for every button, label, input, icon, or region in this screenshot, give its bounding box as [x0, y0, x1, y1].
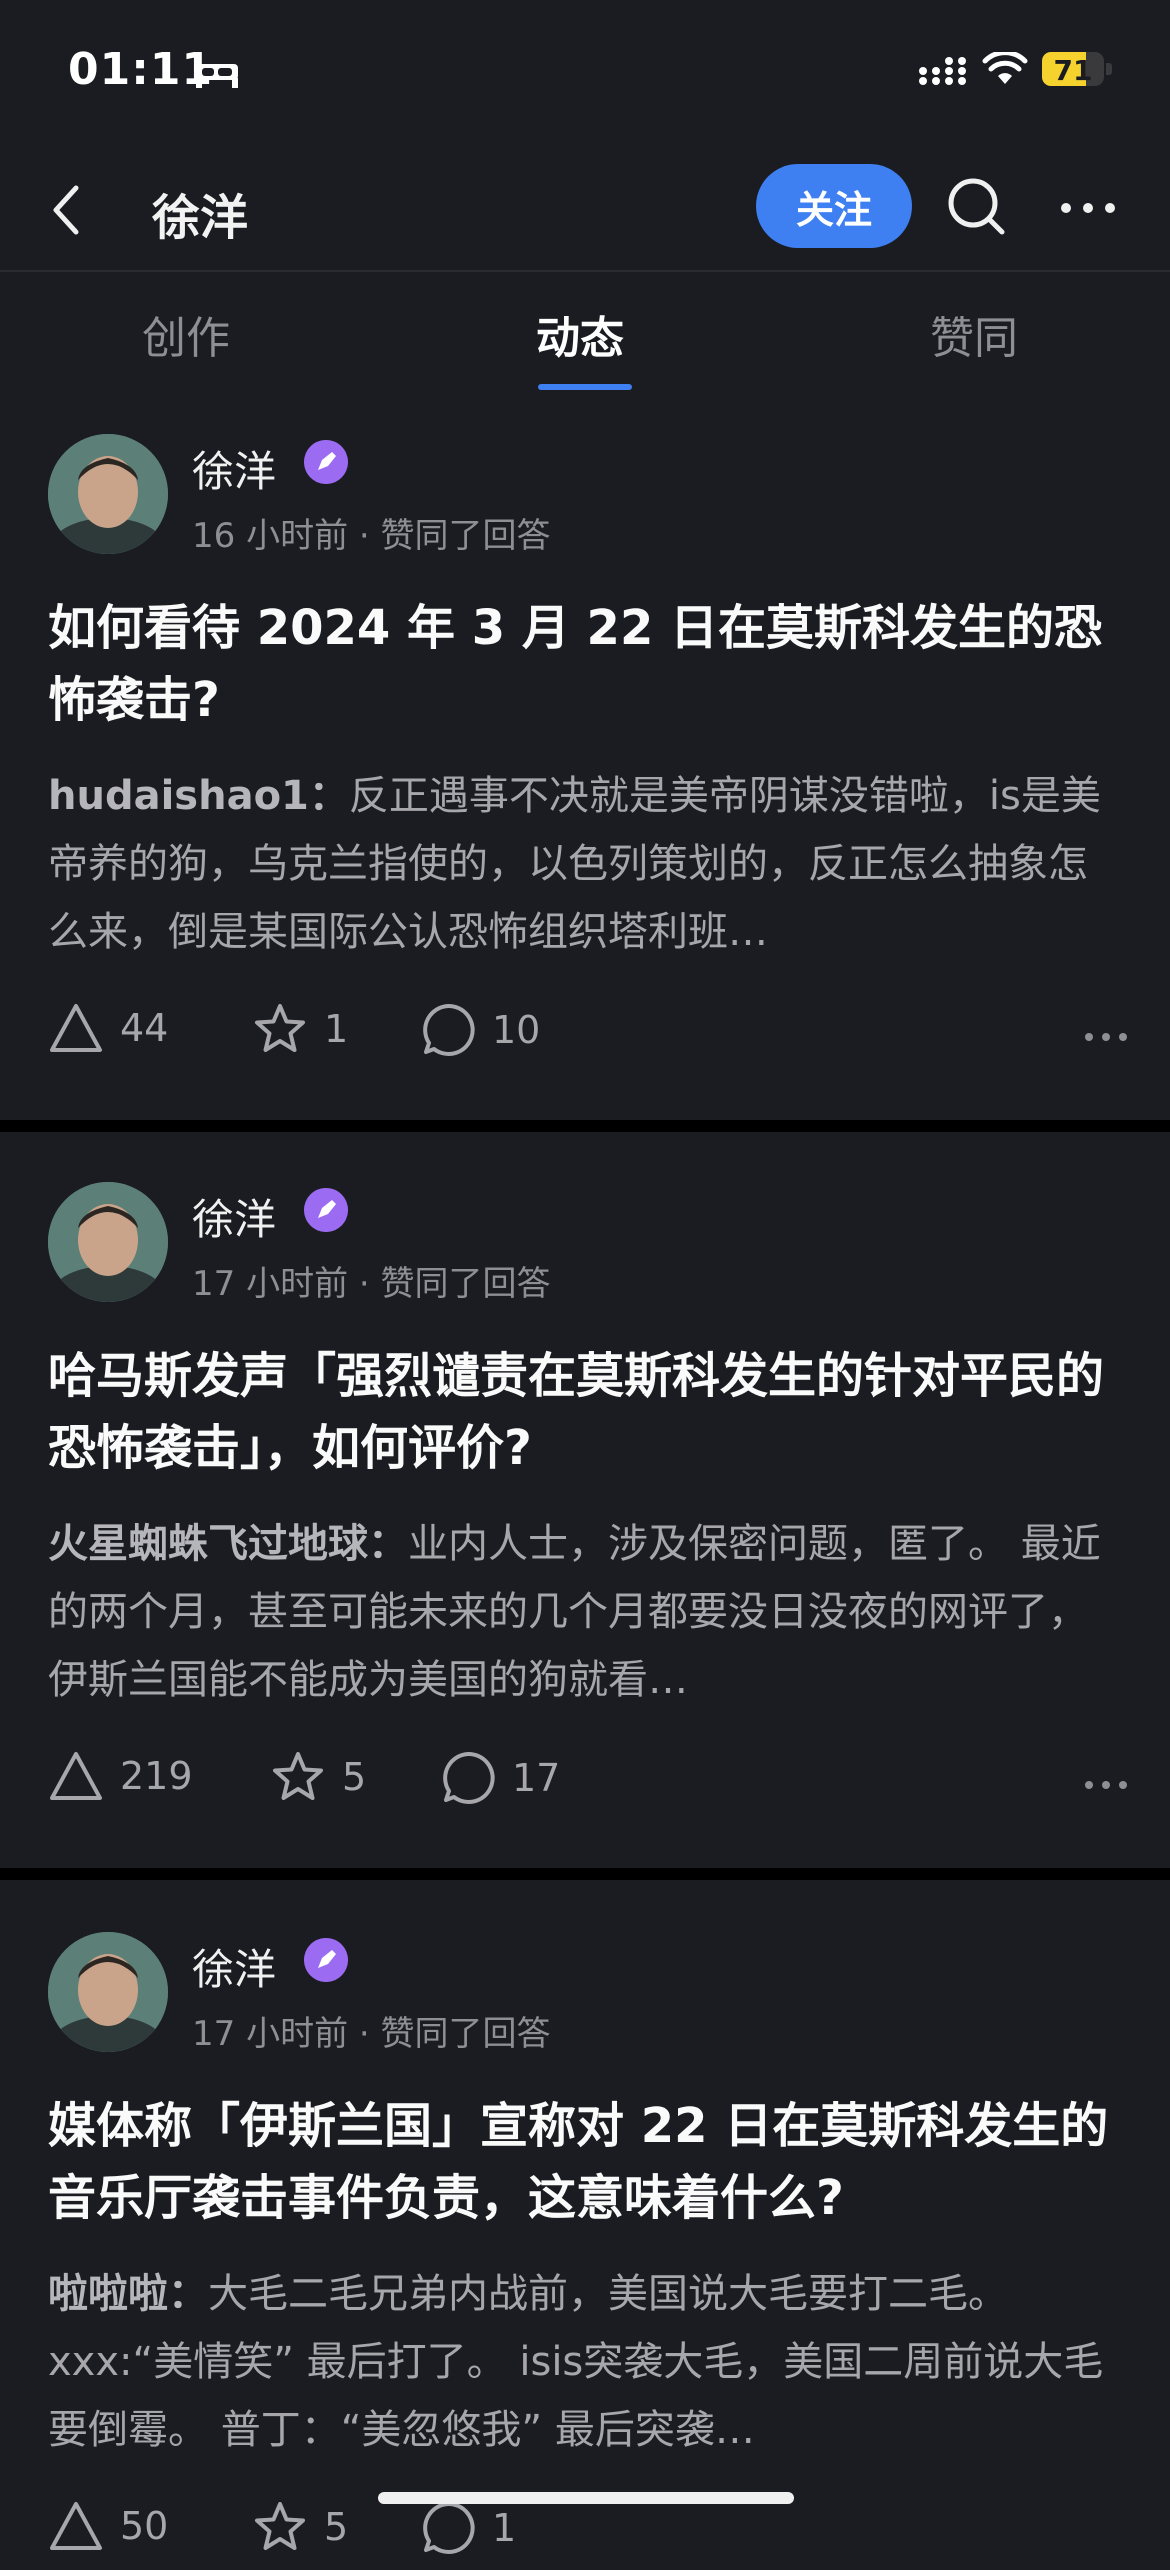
card-divider [0, 1120, 1170, 1132]
activity-meta: 17 小时前 · 赞同了回答 [192, 1264, 551, 1304]
favorite-button[interactable]: 5 [252, 2500, 348, 2554]
comment-count: 17 [512, 1756, 561, 1800]
question-title[interactable]: 哈马斯发声「强烈谴责在莫斯科发生的针对平民的恐怖袭击」，如何评价? [48, 1340, 1128, 1484]
action-bar: 219 5 17 [48, 1750, 1128, 1820]
star-icon [255, 2502, 305, 2550]
tab-active-indicator [538, 384, 632, 390]
home-indicator[interactable] [378, 2492, 794, 2504]
battery-level: 71 [1053, 54, 1093, 86]
back-icon[interactable] [44, 178, 88, 242]
search-icon[interactable] [944, 174, 1008, 238]
battery-cap [1106, 63, 1112, 75]
upvote-icon [50, 1004, 102, 1052]
excerpt-author: 啦啦啦： [48, 2271, 208, 2317]
battery-icon: 71 [1042, 52, 1104, 86]
feed-card[interactable]: 徐洋 17 小时前 · 赞同了回答 哈马斯发声「强烈谴责在莫斯科发生的针对平民的… [0, 1132, 1170, 1868]
excerpt-author: hudaishao1： [48, 773, 349, 819]
upvote-button[interactable]: 44 [48, 1002, 168, 1054]
status-time: 01:11 [68, 44, 214, 95]
comment-icon [423, 1003, 475, 1056]
question-title[interactable]: 媒体称「伊斯兰国」宣称对 22 日在莫斯科发生的音乐厅袭击事件负责，这意味着什么… [48, 2090, 1128, 2234]
comment-count: 1 [492, 2506, 517, 2550]
status-indicators: 71 [918, 52, 1112, 86]
follow-button[interactable]: 关注 [756, 164, 912, 248]
upvote-icon [50, 1752, 102, 1800]
comment-icon [423, 2501, 475, 2554]
comment-button[interactable]: 17 [440, 1750, 560, 1806]
feed-card[interactable]: 徐洋 17 小时前 · 赞同了回答 媒体称「伊斯兰国」宣称对 22 日在莫斯科发… [0, 1880, 1170, 2554]
verified-badge-icon [304, 440, 348, 484]
excerpt-author: 火星蜘蛛飞过地球： [48, 1521, 408, 1567]
nav-bar: 徐洋 关注 [0, 150, 1170, 272]
activity-meta: 16 小时前 · 赞同了回答 [192, 516, 551, 556]
star-icon [255, 1004, 305, 1052]
more-icon[interactable] [1060, 202, 1116, 214]
favorite-count: 5 [342, 1755, 367, 1799]
answer-excerpt[interactable]: hudaishao1：反正遇事不决就是美帝阴谋没错啦，is是美帝养的狗，乌克兰指… [48, 762, 1120, 966]
wifi-icon [982, 52, 1028, 84]
upvote-icon [50, 2502, 102, 2550]
author-name[interactable]: 徐洋 [192, 438, 276, 499]
tab-upvoted[interactable]: 赞同 [930, 302, 1018, 366]
comment-count: 10 [492, 1008, 541, 1052]
star-icon [273, 1752, 323, 1800]
upvote-count: 219 [120, 1754, 193, 1798]
upvote-button[interactable]: 219 [48, 1750, 193, 1802]
tab-creations[interactable]: 创作 [142, 302, 230, 366]
verified-badge-icon [304, 1938, 348, 1982]
more-options-icon[interactable] [1084, 1032, 1128, 1042]
page-title: 徐洋 [152, 190, 249, 246]
avatar[interactable] [48, 1932, 168, 2052]
favorite-button[interactable]: 5 [270, 1750, 366, 1804]
comment-button[interactable]: 10 [420, 1002, 540, 1058]
status-bar: 01:11 71 [0, 0, 1170, 150]
tab-bar: 创作 动态 赞同 [0, 272, 1170, 398]
comment-icon [443, 1751, 495, 1804]
action-bar: 50 5 1 [48, 2500, 1128, 2570]
favorite-button[interactable]: 1 [252, 1002, 348, 1056]
action-bar: 44 1 10 [48, 1002, 1128, 1072]
avatar[interactable] [48, 434, 168, 554]
upvote-button[interactable]: 50 [48, 2500, 168, 2552]
upvote-count: 50 [120, 2504, 169, 2548]
bed-icon [196, 64, 238, 88]
author-name[interactable]: 徐洋 [192, 1186, 276, 1247]
question-title[interactable]: 如何看待 2024 年 3 月 22 日在莫斯科发生的恐怖袭击? [48, 592, 1128, 736]
author-name[interactable]: 徐洋 [192, 1936, 276, 1997]
activity-meta: 17 小时前 · 赞同了回答 [192, 2014, 551, 2054]
more-options-icon[interactable] [1084, 1780, 1128, 1790]
comment-button[interactable]: 1 [420, 2500, 516, 2556]
answer-excerpt[interactable]: 火星蜘蛛飞过地球：业内人士，涉及保密问题，匿了。 最近的两个月，甚至可能未来的几… [48, 1510, 1120, 1714]
signal-icon [919, 57, 966, 85]
avatar[interactable] [48, 1182, 168, 1302]
favorite-count: 5 [324, 2505, 349, 2549]
tab-activity[interactable]: 动态 [536, 302, 624, 366]
upvote-count: 44 [120, 1006, 169, 1050]
feed-card[interactable]: 徐洋 16 小时前 · 赞同了回答 如何看待 2024 年 3 月 22 日在莫… [0, 398, 1170, 1120]
verified-badge-icon [304, 1188, 348, 1232]
favorite-count: 1 [324, 1007, 349, 1051]
answer-excerpt[interactable]: 啦啦啦：大毛二毛兄弟内战前，美国说大毛要打二毛。 xxx:“美情笑” 最后打了。… [48, 2260, 1120, 2464]
card-divider [0, 1868, 1170, 1880]
